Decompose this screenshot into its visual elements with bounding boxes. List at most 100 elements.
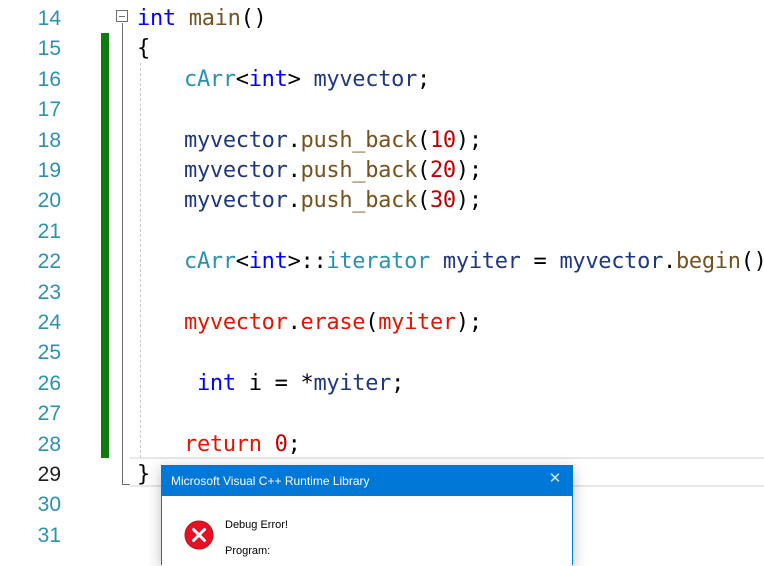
line-number: 24: [37, 311, 61, 334]
line-number: 17: [37, 98, 61, 122]
code-token: push_back: [300, 127, 418, 153]
program-label: Program:: [225, 545, 271, 557]
code-token: );: [455, 158, 482, 183]
line-number: 18: [37, 128, 61, 152]
code-line[interactable]: 27: [0, 399, 764, 429]
code-token: (: [417, 127, 430, 153]
code-line[interactable]: 25: [0, 338, 764, 368]
code-token: myiter: [313, 370, 392, 396]
line-number: 30: [37, 493, 61, 517]
code-token: iterator: [326, 249, 430, 275]
line-number: 28: [37, 432, 61, 456]
code-token: 30: [429, 188, 456, 214]
error-message: Debug Error!: [225, 519, 288, 531]
code-token: int: [137, 6, 176, 31]
code-line[interactable]: 15 {: [0, 34, 764, 64]
line-number: 15: [37, 37, 61, 61]
line-number: 27: [37, 402, 61, 426]
code-line[interactable]: 20 myvector.push_back(30);: [0, 186, 764, 216]
code-line[interactable]: 14 int main(): [0, 4, 764, 34]
code-line[interactable]: 22 cArr<int>::iterator myiter = myvector.…: [0, 247, 764, 277]
code-line[interactable]: 18 myvector.push_back(10);: [0, 126, 764, 156]
code-token: );: [455, 188, 482, 214]
code-token: myiter: [429, 249, 521, 275]
code-line[interactable]: 23: [0, 278, 764, 308]
code-token: }: [137, 462, 150, 487]
code-token: cArr: [184, 66, 236, 92]
line-number: 16: [37, 67, 61, 91]
code-token: (): [240, 6, 267, 31]
code-token: ;: [287, 431, 301, 457]
code-line[interactable]: 24 myvector.erase(myiter);: [0, 308, 764, 338]
code-token: (: [417, 188, 430, 214]
code-token: begin: [675, 249, 741, 275]
code-token: >::: [287, 249, 327, 275]
code-line[interactable]: 21: [0, 217, 764, 247]
code-token: erase: [300, 310, 366, 335]
code-token: );: [455, 127, 482, 153]
code-token: .: [287, 188, 301, 214]
code-line[interactable]: 28 return 0;: [0, 430, 764, 460]
code-token: myvector: [184, 127, 288, 153]
dialog-title: Microsoft Visual C++ Runtime Library: [171, 474, 370, 488]
code-token: .: [287, 158, 301, 183]
code-token: <: [235, 66, 249, 92]
code-token: .: [287, 127, 301, 153]
code-token: ;: [391, 370, 405, 396]
code-token: 0: [274, 431, 288, 457]
runtime-error-dialog: Microsoft Visual C++ Runtime Library ✕ D…: [161, 465, 573, 566]
code-token: {: [137, 36, 150, 62]
code-token: .: [287, 310, 301, 335]
code-token: push_back: [300, 158, 418, 183]
line-number: 23: [37, 280, 61, 304]
code-token: return: [184, 431, 262, 457]
code-text: {: [137, 34, 150, 64]
code-token: =: [520, 249, 560, 275]
line-number: 29: [37, 463, 61, 486]
line-number: 19: [37, 159, 61, 182]
line-number: 25: [37, 341, 61, 365]
code-token: i = *: [235, 370, 314, 396]
code-token: myvector: [559, 249, 664, 275]
line-number: 22: [37, 250, 61, 274]
code-token: ();: [740, 249, 764, 275]
code-token: 20: [429, 158, 456, 183]
code-token: >: [287, 66, 314, 92]
line-number: 31: [37, 523, 61, 547]
dialog-title-bar[interactable]: Microsoft Visual C++ Runtime Library ✕: [162, 466, 572, 496]
line-number: 26: [37, 371, 61, 395]
code-text: }: [137, 460, 150, 490]
code-text: myvector.erase(myiter);: [184, 308, 482, 338]
code-token: myvector: [184, 188, 288, 214]
code-token: );: [455, 310, 482, 335]
code-token: int: [184, 370, 236, 396]
error-icon: [184, 520, 214, 550]
code-token: int: [248, 249, 288, 275]
code-text: myvector.push_back(10);: [184, 126, 482, 156]
code-text: cArr<int> myvector;: [184, 65, 430, 95]
code-token: .: [663, 249, 676, 275]
code-token: ;: [417, 66, 430, 92]
code-text: myvector.push_back(30);: [184, 186, 482, 216]
code-text: int i = *myiter;: [184, 369, 404, 399]
code-token: <: [235, 249, 249, 275]
line-number: 20: [37, 189, 61, 213]
code-token: main: [175, 6, 241, 31]
code-token: (: [365, 310, 379, 335]
code-token: myiter: [378, 310, 456, 335]
line-number: 21: [37, 219, 61, 243]
code-line[interactable]: 19 myvector.push_back(20);: [0, 156, 764, 186]
code-text: myvector.push_back(20);: [184, 156, 482, 186]
code-token: int: [248, 66, 288, 92]
code-token: myvector: [313, 66, 418, 92]
code-token: (: [417, 158, 430, 183]
code-token: 10: [429, 127, 456, 153]
close-icon[interactable]: ✕: [548, 471, 562, 486]
code-line[interactable]: 16 cArr<int> myvector;: [0, 65, 764, 95]
code-line[interactable]: 17: [0, 95, 764, 125]
code-line[interactable]: 26 int i = *myiter;: [0, 369, 764, 399]
code-token: cArr: [184, 249, 236, 275]
line-number: 14: [37, 7, 61, 30]
code-token: myvector: [184, 310, 288, 335]
